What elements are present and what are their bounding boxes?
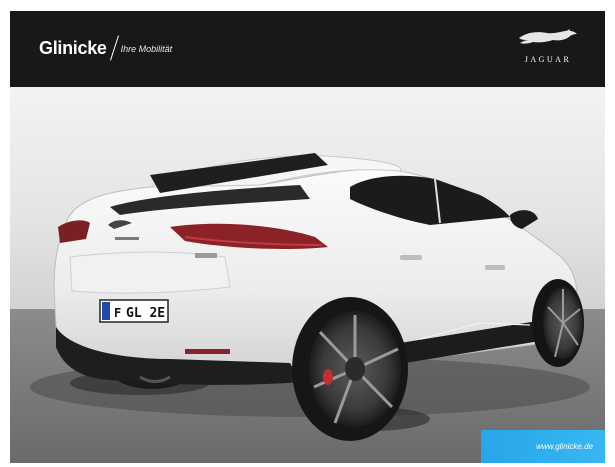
brand-wordmark: JAGUAR — [524, 55, 572, 64]
front-wheel — [532, 279, 584, 367]
dealer-tagline: Ihre Mobilität — [120, 44, 173, 54]
brand-logo[interactable]: JAGUAR — [505, 28, 591, 64]
dealer-logo[interactable]: Glinicke Ihre Mobilität — [39, 35, 172, 61]
licence-plate: F GL 2E — [99, 299, 169, 323]
vehicle-photo: F GL 2E — [10, 87, 605, 463]
plate-prefix: F — [114, 306, 121, 320]
slash-divider — [109, 35, 119, 61]
listing-image-card: Glinicke Ihre Mobilität JAGUAR F GL 2E w… — [10, 11, 605, 463]
dealer-banner: Glinicke Ihre Mobilität JAGUAR — [10, 11, 605, 87]
dealer-name: Glinicke — [39, 37, 107, 58]
leaping-jaguar-icon — [519, 29, 577, 44]
plate-number: GL 2E — [126, 306, 165, 321]
rear-wheel — [292, 297, 408, 441]
website-link[interactable]: www.glinicke.de — [481, 430, 605, 463]
